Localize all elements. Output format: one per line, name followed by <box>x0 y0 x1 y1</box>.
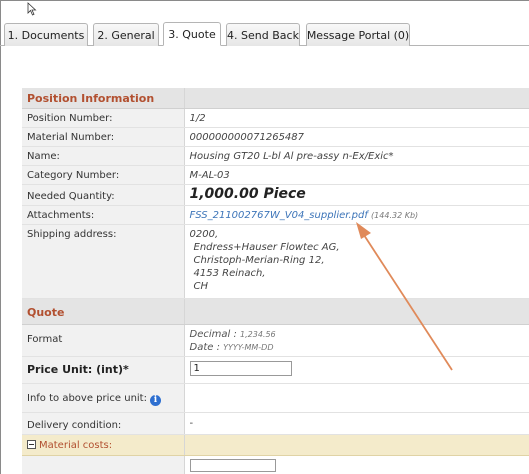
format-cell: Decimal : 1,234.56 Date : YYYY-MM-DD <box>184 324 529 357</box>
info-icon[interactable]: i <box>149 395 161 406</box>
info-price-unit-label: Info to above price unit: <box>27 393 147 404</box>
tab-send-back[interactable]: 4. Send Back <box>226 23 300 46</box>
row-price-unit: Price Unit: (int)* <box>22 356 529 384</box>
field-label: Needed Quantity: <box>22 184 185 206</box>
tab-message-portal[interactable]: Message Portal (0) <box>306 23 410 46</box>
price-unit-label: Price Unit: (int)* <box>27 363 129 376</box>
material-number-value: 000000000071265487 <box>184 127 529 147</box>
decimal-example: 1,234.56 <box>240 330 276 339</box>
position-info-table: Position Information Position Number: 1/… <box>22 88 529 474</box>
info-price-unit-label-cell: Info to above price unit: i <box>22 383 185 413</box>
row-material-costs-sub <box>22 455 529 474</box>
needed-quantity-cell: 1,000.00 Piece <box>184 184 529 206</box>
row-needed-quantity: Needed Quantity: 1,000.00 Piece <box>22 184 529 206</box>
tab-documents[interactable]: 1. Documents <box>4 23 88 46</box>
tab-general[interactable]: 2. General <box>93 23 159 46</box>
tab-label: Message Portal (0) <box>306 28 410 42</box>
section-spacer <box>184 88 529 109</box>
row-position-number: Position Number: 1/2 <box>22 108 529 128</box>
field-label: Attachments: <box>22 205 185 225</box>
field-label: Format <box>22 324 185 357</box>
tab-label: 1. Documents <box>7 28 85 42</box>
price-unit-label-cell: Price Unit: (int)* <box>22 356 185 384</box>
row-format: Format Decimal : 1,234.56 Date : YYYY-MM… <box>22 324 529 357</box>
section-header-position-information: Position Information <box>22 88 529 109</box>
date-example: YYYY-MM-DD <box>223 343 274 352</box>
address-line: Endress+Hauser Flowtec AG, <box>193 242 340 253</box>
attachments-cell: FSS_211002767W_V04_supplier.pdf (144.32 … <box>184 205 529 225</box>
section-title: Quote <box>22 298 185 325</box>
field-label: Shipping address: <box>22 224 185 299</box>
shipping-address-value: 0200, Endress+Hauser Flowtec AG, Christo… <box>184 224 529 299</box>
section-header-quote: Quote <box>22 298 529 325</box>
price-unit-cell <box>184 356 529 384</box>
row-delivery-condition: Delivery condition: - <box>22 412 529 435</box>
date-label: Date : <box>189 342 220 353</box>
field-label: Position Number: <box>22 108 185 128</box>
address-line: CH <box>193 281 209 292</box>
attachment-size: (144.32 Kb) <box>371 211 419 220</box>
delivery-condition-value: - <box>184 412 529 435</box>
row-material-costs: Material costs: <box>22 434 529 456</box>
row-name: Name: Housing GT20 L-bl Al pre-assy n-Ex… <box>22 146 529 166</box>
tab-label: 2. General <box>97 28 155 42</box>
row-shipping-address: Shipping address: 0200, Endress+Hauser F… <box>22 224 529 299</box>
material-costs-sub-label <box>22 455 185 474</box>
field-label: Delivery condition: <box>22 412 185 435</box>
attachment-link[interactable]: FSS_211002767W_V04_supplier.pdf <box>190 210 368 221</box>
row-material-number: Material Number: 000000000071265487 <box>22 127 529 147</box>
row-info-price-unit: Info to above price unit: i <box>22 383 529 413</box>
tab-quote[interactable]: 3. Quote <box>163 22 221 46</box>
field-label: Category Number: <box>22 165 185 185</box>
collapse-minus-icon[interactable] <box>27 440 36 449</box>
material-cost-input[interactable] <box>189 459 276 472</box>
material-costs-cell <box>184 434 529 456</box>
material-costs-label: Material costs: <box>39 440 113 451</box>
address-line: Christoph-Merian-Ring 12, <box>193 255 325 266</box>
address-line: 0200, <box>189 229 219 240</box>
material-costs-toggle[interactable]: Material costs: <box>22 434 185 456</box>
info-price-unit-cell <box>184 383 529 413</box>
material-costs-sub-cell <box>184 455 529 474</box>
tab-bar: 1. Documents 2. General 3. Quote 4. Send… <box>0 20 529 46</box>
name-value: Housing GT20 L-bl Al pre-assy n-Ex/Exic* <box>184 146 529 166</box>
quote-form: Position Information Position Number: 1/… <box>22 88 529 474</box>
decimal-label: Decimal : <box>189 329 237 340</box>
needed-quantity-value: 1,000.00 Piece <box>189 186 306 202</box>
position-number-value: 1/2 <box>184 108 529 128</box>
tab-label: 3. Quote <box>168 27 216 41</box>
field-label: Name: <box>22 146 185 166</box>
row-attachments: Attachments: FSS_211002767W_V04_supplier… <box>22 205 529 225</box>
category-number-value: M-AL-03 <box>184 165 529 185</box>
section-spacer <box>184 298 529 325</box>
section-title: Position Information <box>22 88 185 109</box>
field-label: Material Number: <box>22 127 185 147</box>
address-line: 4153 Reinach, <box>193 268 266 279</box>
row-category-number: Category Number: M-AL-03 <box>22 165 529 185</box>
tab-label: 4. Send Back <box>227 28 299 42</box>
price-unit-input[interactable] <box>189 361 292 376</box>
mouse-cursor-icon <box>27 2 37 16</box>
